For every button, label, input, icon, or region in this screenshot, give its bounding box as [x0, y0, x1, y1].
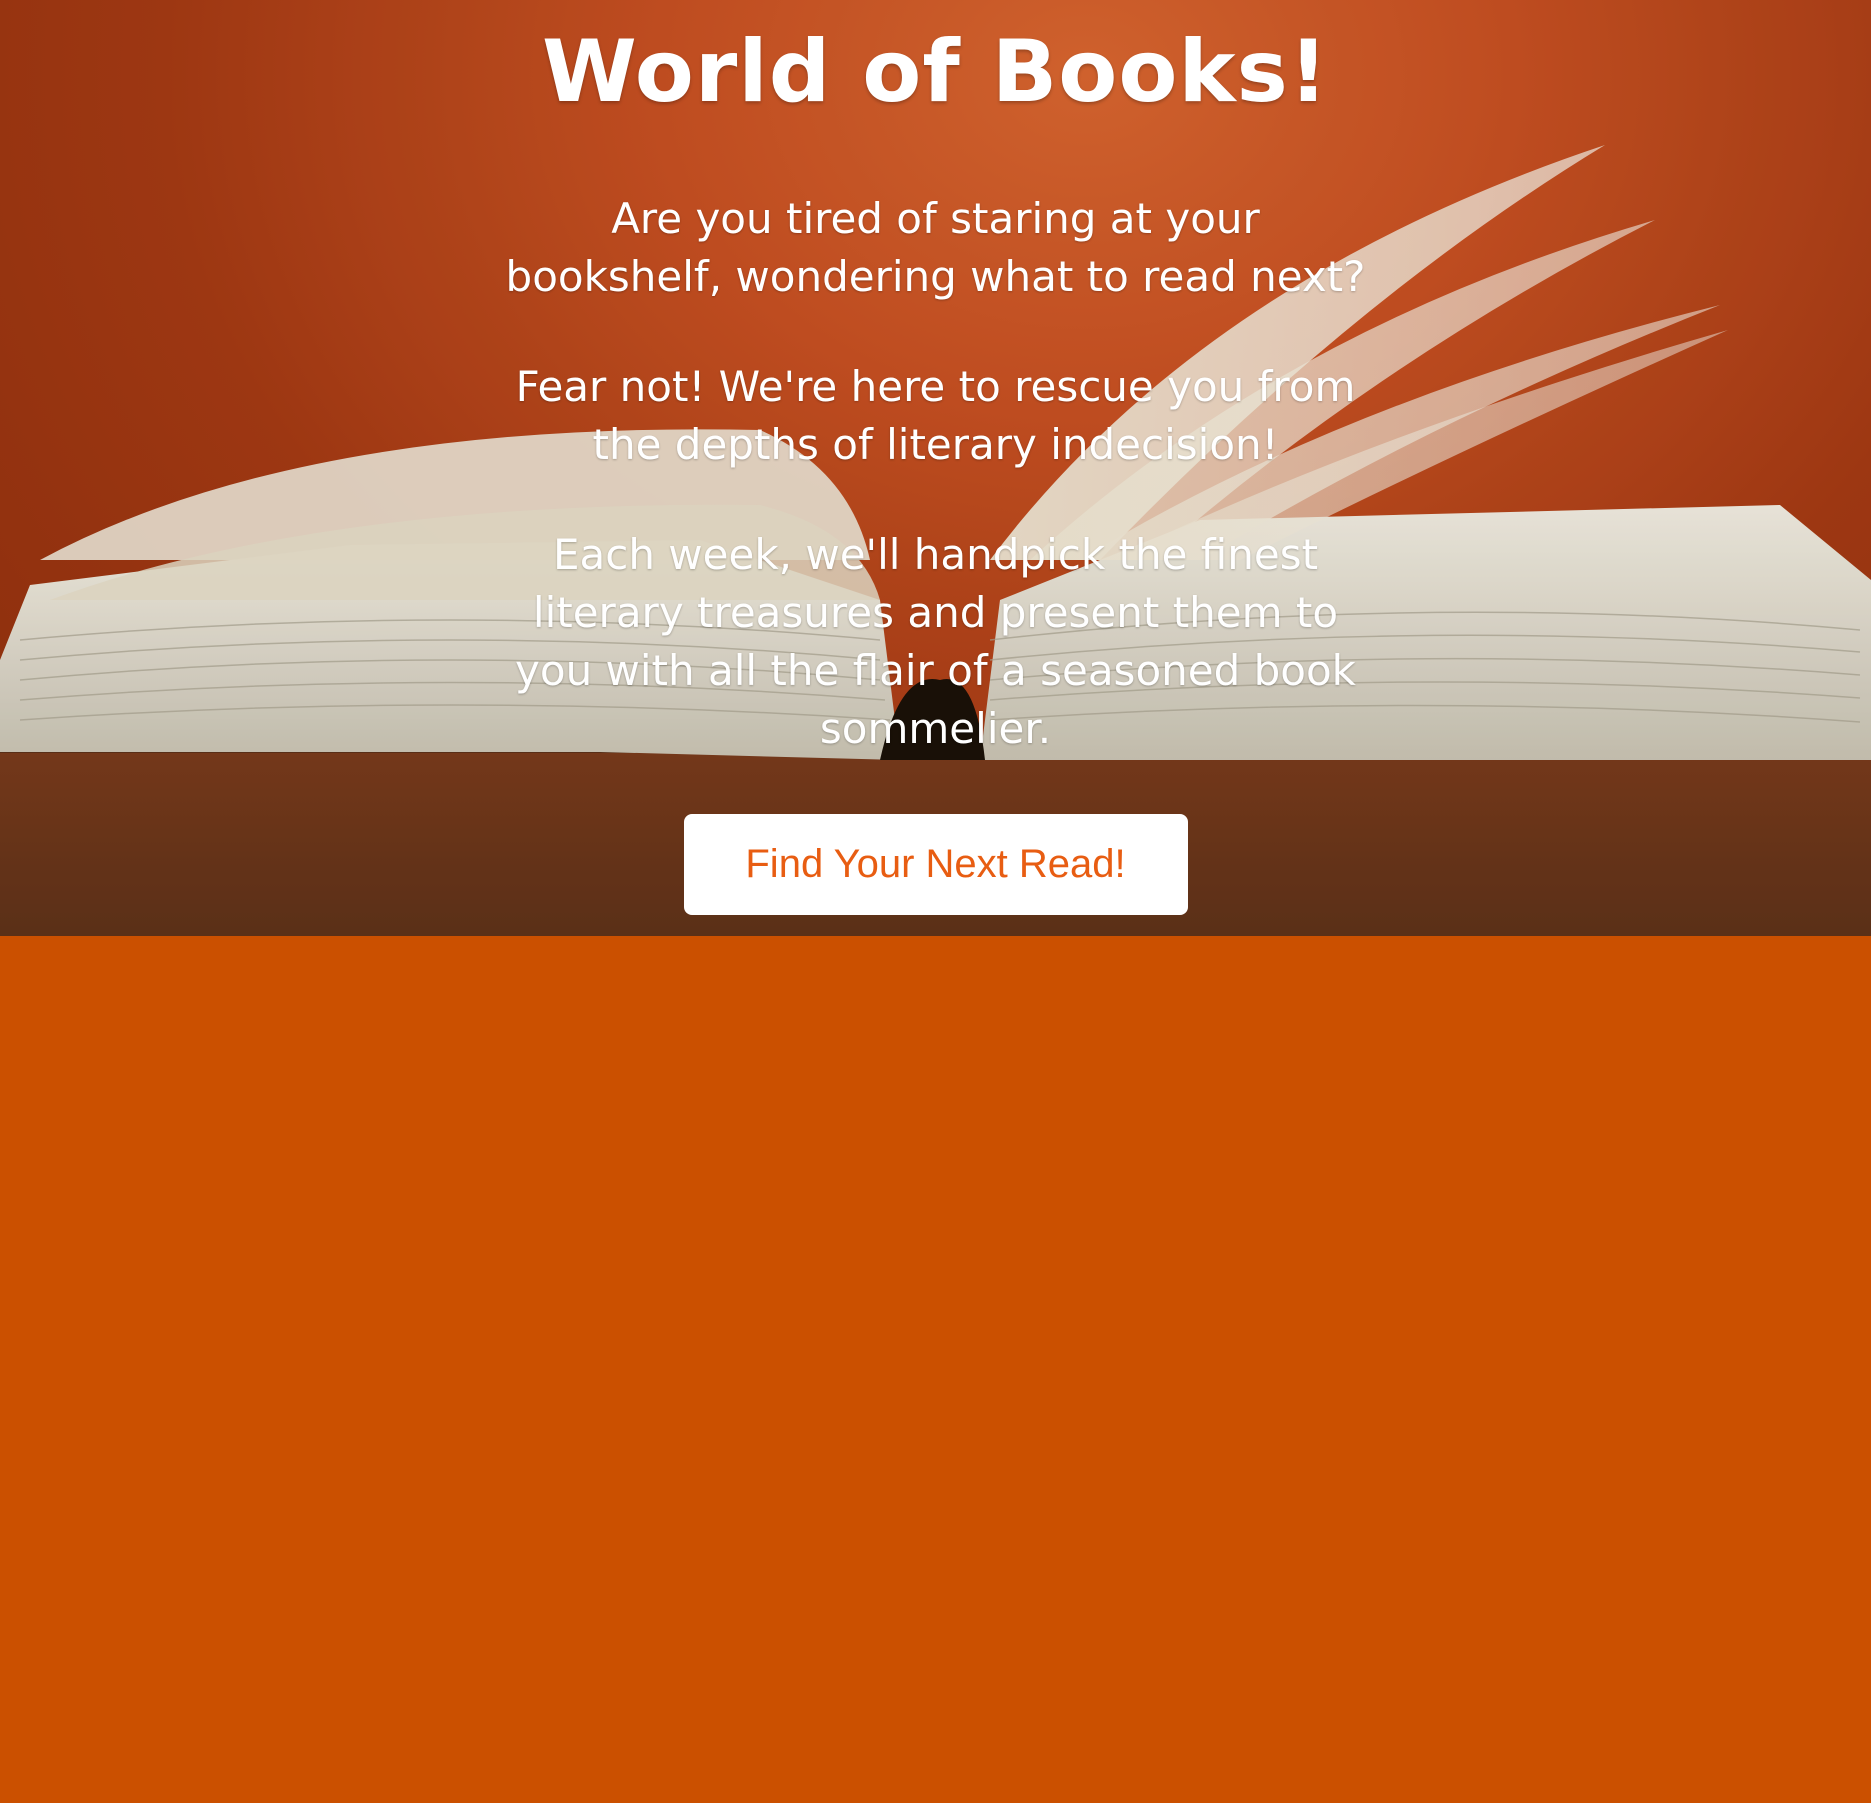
- weekly-picks-paragraph: Each week, we'll handpick the finest lit…: [515, 530, 1356, 753]
- find-next-read-button[interactable]: Find Your Next Read!: [683, 814, 1188, 915]
- rescue-paragraph: Fear not! We're here to rescue you from …: [515, 362, 1356, 469]
- hero-content: World of Books! Are you tired of staring…: [0, 0, 1871, 915]
- page-title: World of Books!: [541, 22, 1330, 122]
- page-background: [0, 936, 1871, 1803]
- intro-paragraph: Are you tired of staring at your bookshe…: [505, 194, 1366, 301]
- hero-section: World of Books! Are you tired of staring…: [0, 0, 1871, 936]
